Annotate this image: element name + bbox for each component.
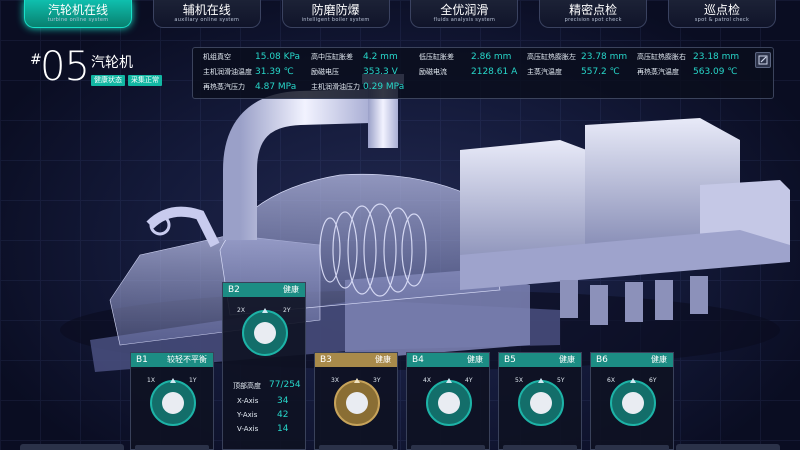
bearing-card-b3[interactable]: B3 健康 3X 3Y — [314, 352, 398, 450]
param-label: 低压缸胀差 — [419, 53, 454, 61]
bearing-name: B1 — [136, 355, 148, 365]
bearing-card-footer — [135, 445, 209, 450]
bearing-dial — [518, 378, 564, 426]
collection-status-badge: 采集正常 — [128, 75, 162, 86]
edit-button[interactable] — [755, 52, 771, 68]
nav-tab-sublabel: spot & patrol check — [694, 17, 750, 23]
bearing-card-header: B4 健康 — [407, 353, 489, 367]
bearing-card-b1[interactable]: B1 较轻不平衡 1X 1Y — [130, 352, 214, 450]
nav-tab-label: 全优润滑 — [440, 3, 489, 17]
bearing-dial — [610, 378, 656, 426]
bearing-card-header: B1 较轻不平衡 — [131, 353, 213, 367]
param-row-3: 再热蒸汽压力 4.87 MPa 主机润滑油压力 0.29 MPa — [193, 80, 773, 94]
nav-tab-label: 精密点检 — [569, 3, 618, 17]
param-label: 主蒸汽温度 — [527, 68, 562, 76]
nav-tab-label: 防磨防爆 — [311, 3, 360, 17]
bearing-card-header: B2 健康 — [223, 283, 305, 297]
bearing-status: 健康 — [651, 355, 667, 364]
param-value: 23.78 mm — [581, 52, 628, 62]
bearing-name: B6 — [596, 355, 608, 365]
param-row-2: 主机润滑油温度 31.39 ℃ 励磁电压 353.3 V 励磁电流 2128.6… — [193, 65, 773, 79]
nav-tab-sublabel: auxiliary online system — [174, 17, 240, 23]
param-label: 励磁电压 — [311, 68, 339, 76]
bottom-bar-left — [20, 444, 124, 450]
param-value: 353.3 V — [363, 67, 398, 77]
bearing-name: B4 — [412, 355, 424, 365]
param-value: 4.87 MPa — [255, 82, 297, 92]
edit-icon — [758, 55, 768, 65]
nav-tab-label: 辅机在线 — [182, 3, 231, 17]
bearing-card-b4[interactable]: B4 健康 4X 4Y — [406, 352, 490, 450]
bearing-card-footer — [411, 445, 485, 450]
bearing-card-b2[interactable]: B2 健康 2X 2Y 顶部高度 77/254 X-Axis 34 Y-Axis… — [222, 282, 306, 450]
nav-tab-turbine-online[interactable]: 汽轮机在线 turbine online system — [24, 0, 132, 28]
bottom-bar-right — [676, 444, 780, 450]
bearing-dial — [334, 378, 380, 426]
param-value: 2128.61 A — [471, 67, 518, 77]
nav-tab-boiler[interactable]: 防磨防爆 intelligent boiler system — [281, 0, 390, 28]
nav-tab-auxiliary-online[interactable]: 辅机在线 auxiliary online system — [152, 0, 261, 28]
param-value: 31.39 ℃ — [255, 67, 294, 77]
bearing-name: B3 — [320, 355, 332, 365]
nav-tab-lubrication[interactable]: 全优润滑 fluids analysis system — [410, 0, 519, 28]
param-label: 励磁电流 — [419, 68, 447, 76]
param-value: 23.18 mm — [693, 52, 740, 62]
unit-name: 汽轮机 — [91, 55, 133, 71]
nav-tab-label: 巡点检 — [703, 3, 740, 17]
nav-tab-sublabel: precision spot check — [564, 17, 622, 23]
nav-tab-sublabel: intelligent boiler system — [301, 17, 370, 23]
bearing-card-header: B5 健康 — [499, 353, 581, 367]
param-value: 557.2 ℃ — [581, 67, 620, 77]
nav-tab-patrol-check[interactable]: 巡点检 spot & patrol check — [667, 0, 776, 28]
v-axis-value: 14 — [277, 424, 289, 434]
bearing-dial — [242, 308, 288, 356]
nav-tab-label: 汽轮机在线 — [47, 3, 108, 17]
bearing-card-footer — [503, 445, 577, 450]
param-value: 0.29 MPa — [363, 82, 405, 92]
param-label: 主机润滑油温度 — [203, 68, 252, 76]
parameter-panel: 机组真空 15.08 KPa 高中压缸胀差 4.2 mm 低压缸胀差 2.86 … — [192, 47, 774, 99]
health-status-badge: 健康状态 — [91, 75, 125, 86]
nav-tab-sublabel: fluids analysis system — [433, 17, 496, 23]
param-label: 主机润滑油压力 — [311, 83, 360, 91]
param-label: 再热蒸汽温度 — [637, 68, 679, 76]
param-value: 15.08 KPa — [255, 52, 301, 62]
param-label: 高中压缸胀差 — [311, 53, 353, 61]
param-value: 563.09 ℃ — [693, 67, 738, 77]
bearing-status: 健康 — [559, 355, 575, 364]
x-axis-value: 34 — [277, 396, 289, 406]
top-navigation: 汽轮机在线 turbine online system 辅机在线 auxilia… — [0, 0, 800, 30]
top-height-label: 顶部高度 — [233, 382, 261, 390]
param-row-1: 机组真空 15.08 KPa 高中压缸胀差 4.2 mm 低压缸胀差 2.86 … — [193, 50, 773, 64]
param-label: 高压缸热膨胀右 — [637, 53, 686, 61]
bearing-card-b5[interactable]: B5 健康 5X 5Y — [498, 352, 582, 450]
bearing-status: 健康 — [283, 285, 299, 294]
bearing-name: B5 — [504, 355, 516, 365]
bearing-status: 较轻不平衡 — [167, 355, 207, 364]
param-value: 4.2 mm — [363, 52, 398, 62]
bearing-status: 健康 — [467, 355, 483, 364]
param-label: 高压缸热膨胀左 — [527, 53, 576, 61]
unit-number: 05 — [40, 44, 90, 90]
nav-tab-sublabel: turbine online system — [47, 17, 109, 23]
x-axis-label: X-Axis — [237, 397, 259, 405]
bearing-dial — [150, 378, 196, 426]
v-axis-label: V-Axis — [237, 425, 259, 433]
y-axis-value: 42 — [277, 410, 289, 420]
bearing-name: B2 — [228, 285, 240, 295]
bearing-card-header: B6 健康 — [591, 353, 673, 367]
bearing-card-header: B3 健康 — [315, 353, 397, 367]
top-height-value: 77/254 — [269, 380, 301, 390]
bearing-card-footer — [319, 445, 393, 450]
bearing-status: 健康 — [375, 355, 391, 364]
bearing-card-footer — [595, 445, 669, 450]
bearing-dial — [426, 378, 472, 426]
y-axis-label: Y-Axis — [237, 411, 258, 419]
param-value: 2.86 mm — [471, 52, 512, 62]
param-label: 再热蒸汽压力 — [203, 83, 245, 91]
param-label: 机组真空 — [203, 53, 231, 61]
nav-tab-precision-check[interactable]: 精密点检 precision spot check — [539, 0, 648, 28]
bearing-card-b6[interactable]: B6 健康 6X 6Y — [590, 352, 674, 450]
